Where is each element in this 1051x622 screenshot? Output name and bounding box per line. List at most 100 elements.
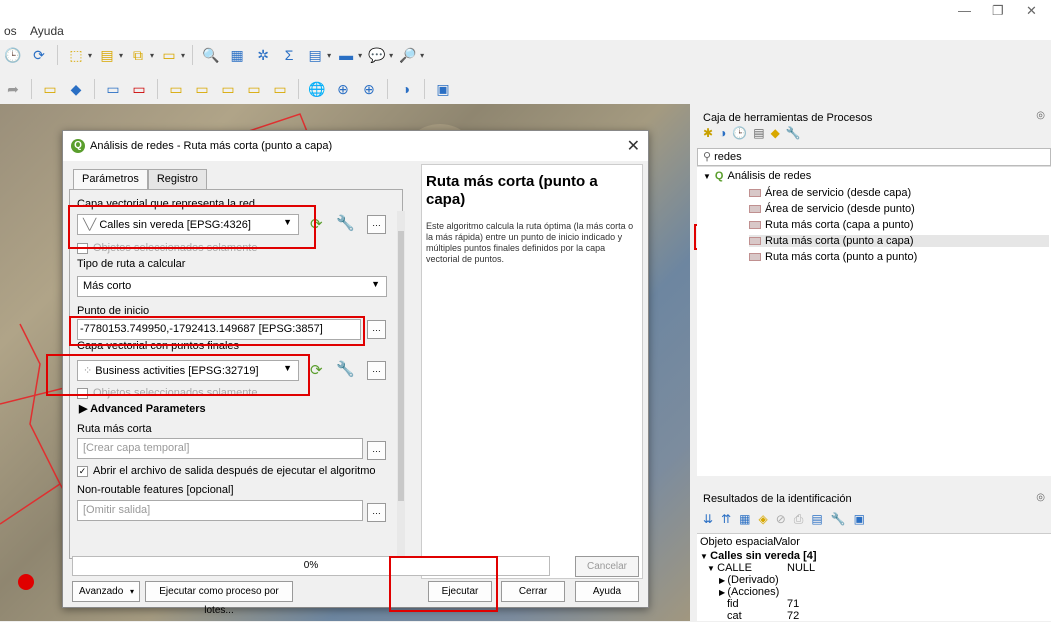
cancel-button[interactable]: Cancelar xyxy=(575,556,639,577)
select-feature-icon[interactable]: ◈ xyxy=(758,512,767,527)
help-panel: Ruta más corta (punto a capa) Este algor… xyxy=(421,164,643,579)
minimize-icon[interactable]: — xyxy=(958,3,971,18)
tab-bar: Parámetros Registro xyxy=(73,169,207,189)
start-point-pick-button[interactable]: … xyxy=(367,320,386,339)
collapse-all-icon[interactable]: ⇈ xyxy=(721,512,731,527)
tab-registro[interactable]: Registro xyxy=(147,169,207,189)
clear-icon[interactable]: ⊘ xyxy=(776,512,786,527)
help-button[interactable]: Ayuda xyxy=(575,581,639,602)
open-output-check[interactable]: ✓ Abrir el archivo de salida después de e… xyxy=(77,465,376,477)
label-highlight-icon[interactable]: ▭ xyxy=(102,78,124,100)
restore-icon[interactable]: ❐ xyxy=(992,3,1004,19)
select-features-icon[interactable]: ⬚ xyxy=(65,44,87,66)
results-icon[interactable]: ▤ xyxy=(753,126,764,140)
deselect-icon[interactable]: ⧉ xyxy=(127,44,149,66)
actions-row[interactable]: ▶ (Acciones) xyxy=(719,586,779,598)
result-layer-name: Calles sin vereda xyxy=(710,550,801,562)
zoom-layer-icon[interactable]: ⊕ xyxy=(332,78,354,100)
expand-all-icon[interactable]: ⇊ xyxy=(703,512,713,527)
batch-process-button[interactable]: Ejecutar como proceso por lotes... xyxy=(145,581,293,616)
network-layer-browse-button[interactable]: … xyxy=(367,215,386,234)
help-title: Ruta más corta (punto a capa) xyxy=(426,173,598,208)
wrench-icon[interactable]: 🔧 xyxy=(336,360,355,378)
edit-icon[interactable]: ◆ xyxy=(771,126,780,140)
scale-icon[interactable]: ▬ xyxy=(335,44,357,66)
toolbar-attributes: 🕒 ⟳ ⬚ ▾ ▤ ▾ ⧉ ▾ ▭ ▾ 🔍 ▦ ✲ Σ ▤ ▾ ▬ ▾ 💬 ▾ 🔎 ▾ xyxy=(0,40,690,70)
tree-group-label: Análisis de redes xyxy=(727,170,812,182)
identify-icon[interactable]: 🔍 xyxy=(200,44,222,66)
tree-item[interactable]: Área de servicio (desde punto) xyxy=(749,203,915,215)
dialog-close-icon[interactable]: ✕ xyxy=(627,136,640,156)
window-titlebar: — ❐ ✕ xyxy=(0,0,1051,22)
print-icon[interactable]: ⎙ xyxy=(794,512,804,527)
derived-row[interactable]: ▶ (Derivado) xyxy=(719,574,779,586)
menu-help[interactable]: Ayuda xyxy=(30,24,64,38)
iterate-icon[interactable]: ⟳ xyxy=(310,361,323,379)
help-book-icon[interactable]: ▣ xyxy=(432,78,454,100)
scrollbar-thumb[interactable] xyxy=(398,231,404,501)
label-rotate-icon[interactable]: ▭ xyxy=(191,78,213,100)
tree-item[interactable]: Ruta más corta (punto a punto) xyxy=(749,251,917,263)
close-window-icon[interactable]: ✕ xyxy=(1026,3,1037,19)
clock-icon[interactable]: 🕒 xyxy=(2,44,24,66)
expand-tree-icon[interactable]: ▦ xyxy=(739,512,750,527)
toolbox-title: Caja de herramientas de Procesos xyxy=(703,112,873,124)
nonroutable-browse-button[interactable]: … xyxy=(367,503,386,522)
model-icon[interactable]: ✱ xyxy=(703,126,713,140)
help-icon[interactable]: ▣ xyxy=(854,512,865,527)
label-change-icon[interactable]: ▭ xyxy=(217,78,239,100)
tree-group-network[interactable]: ▼ Q Análisis de redes xyxy=(703,170,811,182)
history-icon[interactable]: 🕒 xyxy=(732,126,747,140)
route-type-combo[interactable]: Más corto ▼ xyxy=(77,276,387,297)
label-red-icon[interactable]: ▭ xyxy=(128,78,150,100)
wrench-icon[interactable]: 🔧 xyxy=(336,214,355,232)
menu-item[interactable]: os xyxy=(4,24,17,38)
parameters-scrollbar[interactable] xyxy=(397,211,405,561)
processing-gear-icon[interactable]: ✲ xyxy=(252,44,274,66)
algorithm-icon xyxy=(749,253,761,261)
zoom-selection-icon[interactable]: ⊕ xyxy=(358,78,380,100)
advanced-dropdown-button[interactable]: Avanzado ▾ xyxy=(72,581,140,602)
cat-value: 72 xyxy=(787,610,800,622)
tree-item-label: Área de servicio (desde punto) xyxy=(765,203,915,215)
label-abc-icon[interactable]: ▭ xyxy=(39,78,61,100)
annotation-icon[interactable]: 💬 xyxy=(366,44,388,66)
nonroutable-output[interactable]: [Omitir salida] xyxy=(77,500,363,521)
tree-item[interactable]: Área de servicio (desde capa) xyxy=(749,187,911,199)
attribute-table-icon[interactable]: ▦ xyxy=(226,44,248,66)
settings-icon[interactable]: 🔧 xyxy=(831,512,846,527)
options-icon[interactable]: 🔧 xyxy=(786,126,801,140)
progress-text: 0% xyxy=(303,560,319,571)
end-layer-browse-button[interactable]: … xyxy=(367,361,386,380)
advanced-parameters-toggle[interactable]: ▶ Advanced Parameters xyxy=(79,402,206,415)
sum-icon[interactable]: Σ xyxy=(278,44,300,66)
identify-mode-icon[interactable]: ▤ xyxy=(811,512,822,527)
tree-item-label: Ruta más corta (punto a punto) xyxy=(765,251,918,263)
label-pin-icon[interactable]: ◆ xyxy=(65,78,87,100)
nonroutable-label: Non-routable features [opcional] xyxy=(77,484,234,496)
close-button[interactable]: Cerrar xyxy=(501,581,565,602)
toolbox-search-input[interactable]: ⚲ redes xyxy=(697,148,1051,166)
label-show-icon[interactable]: ▭ xyxy=(243,78,265,100)
shortest-route-output[interactable]: [Crear capa temporal] xyxy=(77,438,363,459)
dock-float-icon[interactable]: ◎ xyxy=(1036,110,1045,121)
filter-icon[interactable]: ▭ xyxy=(158,44,180,66)
tree-item[interactable]: Ruta más corta (capa a punto) xyxy=(749,219,914,231)
tree-item-selected[interactable]: Ruta más corta (punto a capa) xyxy=(749,235,1049,247)
result-field-row[interactable]: ▼ CALLE xyxy=(707,562,752,574)
label-move-icon[interactable]: ▭ xyxy=(165,78,187,100)
arrow-icon[interactable]: ➦ xyxy=(2,78,24,100)
expand-arrow-icon: ▼ xyxy=(700,552,711,561)
refresh-icon[interactable]: ⟳ xyxy=(28,44,50,66)
python-script-icon[interactable]: ◑ xyxy=(719,126,726,140)
dock-float-icon[interactable]: ◎ xyxy=(1036,492,1045,503)
globe-icon[interactable]: 🌐 xyxy=(306,78,328,100)
select-value-icon[interactable]: ▤ xyxy=(96,44,118,66)
tab-parametros[interactable]: Parámetros xyxy=(73,169,148,189)
python-icon[interactable]: ◑ xyxy=(395,78,417,100)
label-pin2-icon[interactable]: ▭ xyxy=(269,78,291,100)
measure-icon[interactable]: ▤ xyxy=(304,44,326,66)
result-layer-row[interactable]: ▼ Calles sin vereda [4] xyxy=(700,550,817,562)
shortest-route-browse-button[interactable]: … xyxy=(367,441,386,460)
search-tool-icon[interactable]: 🔎 xyxy=(397,44,419,66)
